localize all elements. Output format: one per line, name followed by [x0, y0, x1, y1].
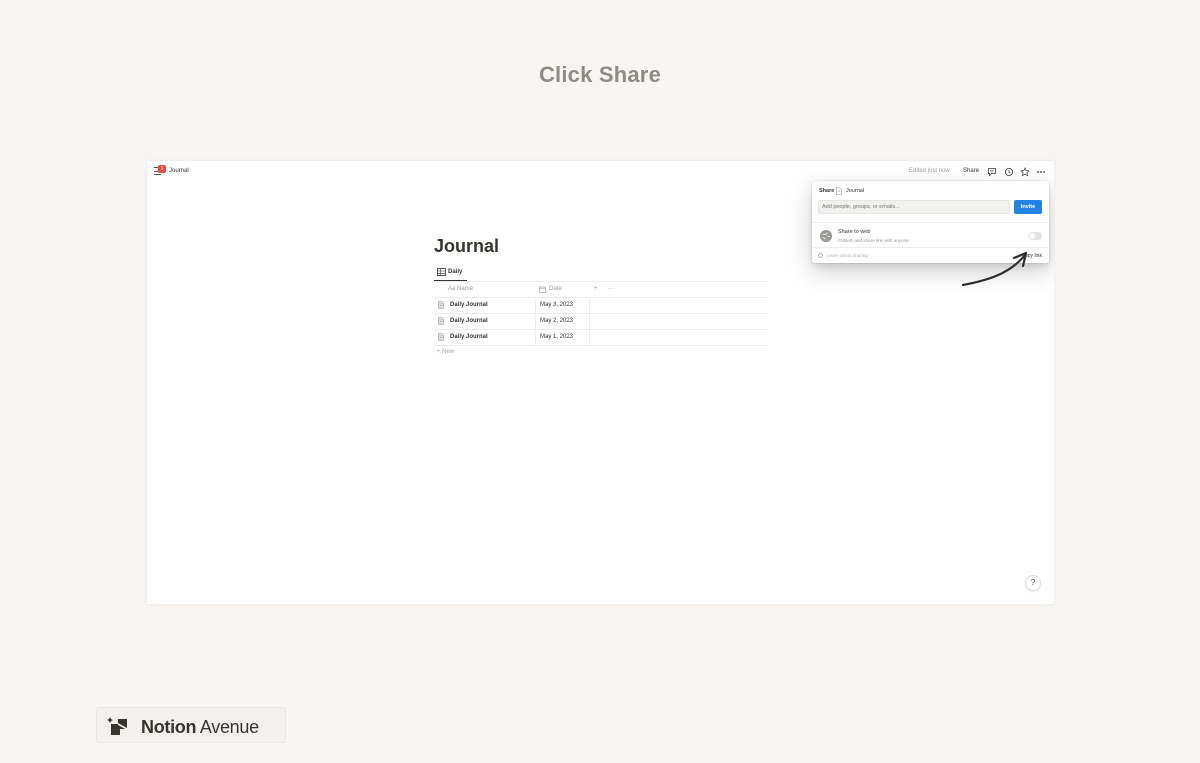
table-row[interactable]: Daily Journal May 1, 2023: [434, 329, 768, 345]
share-to-web-subtitle: Publish and share link with anyone: [838, 238, 909, 243]
table-row[interactable]: Daily Journal May 3, 2023: [434, 297, 768, 313]
learn-about-sharing-link[interactable]: Learn about sharing: [827, 253, 868, 258]
page-title: Journal: [434, 236, 500, 256]
add-column-button[interactable]: +: [594, 286, 598, 292]
column-more-button[interactable]: ···: [608, 286, 614, 292]
share-to-web-toggle[interactable]: [1028, 232, 1042, 240]
tab-label: Daily: [448, 269, 463, 275]
column-divider: [589, 314, 590, 329]
tab-daily-view[interactable]: Daily: [434, 265, 467, 281]
column-divider: [535, 330, 536, 345]
row-date: May 1, 2023: [540, 334, 574, 340]
brand-name-rest: Avenue: [196, 717, 259, 737]
app-window: 1 Journal Edited just now Share Journal …: [147, 161, 1054, 604]
column-header-name[interactable]: Aa Name: [448, 286, 473, 292]
table-view-icon: [437, 268, 446, 276]
document-icon: [836, 187, 842, 195]
table-bottom-border: [434, 345, 768, 346]
column-divider: [589, 298, 590, 313]
tab-divider: [434, 281, 768, 282]
popup-divider: [812, 222, 1049, 223]
row-name: Daily Journal: [450, 318, 488, 324]
brand-name-bold: Notion: [141, 717, 197, 737]
new-row-button[interactable]: + New: [437, 349, 454, 355]
share-to-web-title: Share to web: [838, 229, 871, 235]
comment-icon[interactable]: [987, 167, 997, 177]
row-date: May 3, 2023: [540, 302, 574, 308]
help-button[interactable]: ?: [1025, 575, 1041, 591]
row-name: Daily Journal: [450, 302, 488, 308]
invite-button[interactable]: Invite: [1014, 200, 1042, 214]
edited-status: Edited just now: [909, 168, 950, 174]
document-icon: [438, 301, 444, 309]
row-date: May 2, 2023: [540, 318, 574, 324]
calendar-icon: [539, 286, 546, 293]
history-icon[interactable]: [1004, 167, 1014, 177]
brand-logo-badge: Notion Avenue: [96, 707, 286, 743]
help-circle-icon: [818, 253, 823, 258]
column-divider: [535, 298, 536, 313]
top-bar: 1 Journal Edited just now Share: [147, 161, 1054, 183]
table-row[interactable]: Daily Journal May 2, 2023: [434, 313, 768, 329]
notification-badge: 1: [158, 165, 166, 173]
share-popup-header: Share: [819, 188, 835, 194]
share-button[interactable]: Share: [963, 168, 979, 174]
favorite-star-icon[interactable]: [1020, 167, 1030, 177]
slide-title: Click Share: [538, 62, 662, 87]
row-name: Daily Journal: [450, 334, 488, 340]
breadcrumb[interactable]: Journal: [169, 168, 189, 174]
notion-avenue-logo-icon: [107, 717, 128, 735]
share-page-name: Journal: [846, 188, 865, 194]
column-header-date[interactable]: Date: [549, 286, 562, 292]
tutorial-arrow: [961, 251, 1028, 287]
more-options-icon[interactable]: [1036, 167, 1046, 177]
document-icon: [438, 333, 444, 341]
globe-icon: [820, 230, 832, 242]
brand-name: Notion Avenue: [141, 717, 259, 738]
invite-email-input[interactable]: [818, 200, 1010, 214]
column-divider: [589, 330, 590, 345]
column-divider: [535, 314, 536, 329]
document-icon: [438, 317, 444, 325]
